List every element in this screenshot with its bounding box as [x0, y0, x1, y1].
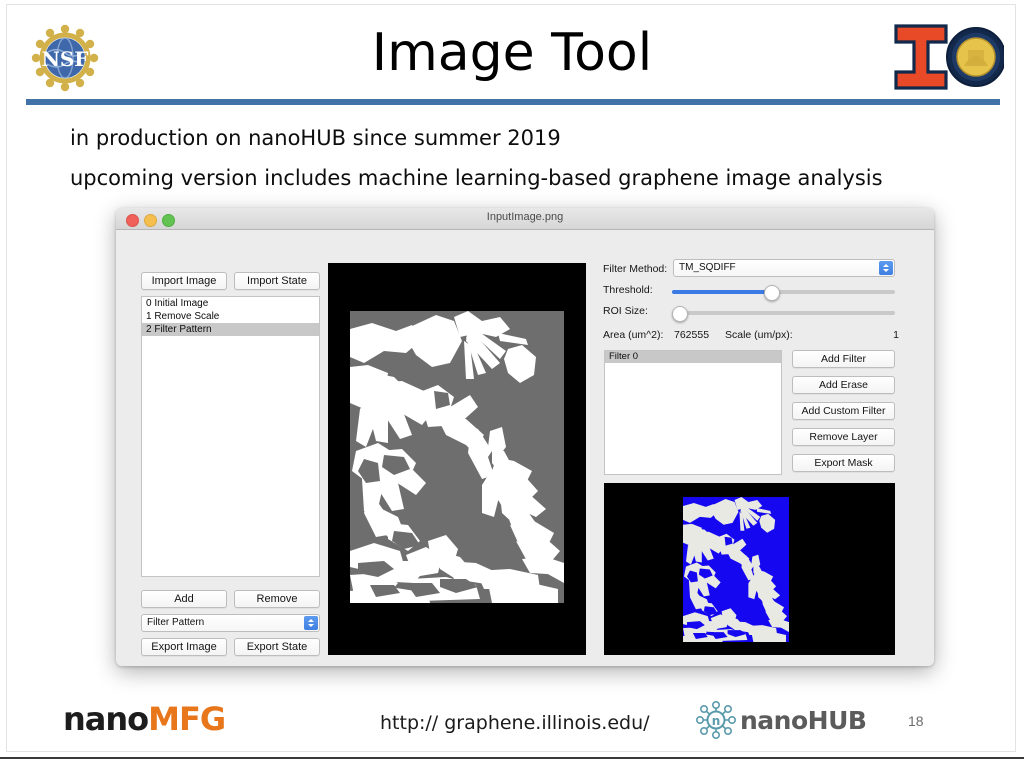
add-layer-button[interactable]: Add [141, 590, 227, 608]
roi-size-label: ROI Size: [603, 305, 648, 317]
nanomfg-logo: nanoMFG [63, 700, 226, 738]
layer-list-item[interactable]: 2 Filter Pattern [142, 323, 319, 336]
layer-list[interactable]: 0 Initial Image 1 Remove Scale 2 Filter … [141, 296, 320, 577]
mask-preview-image [683, 497, 789, 642]
filter-list-item[interactable]: Filter 0 [605, 351, 781, 363]
filter-method-select[interactable]: TM_SQDIFF [673, 259, 895, 277]
nanohub-center-letter: n [712, 714, 721, 728]
nanohub-logo: n nanoHUB [694, 700, 867, 740]
add-custom-filter-button[interactable]: Add Custom Filter [792, 402, 895, 420]
window-body: Import Image Import State 0 Initial Imag… [116, 230, 934, 666]
illinois-seal-icon [946, 27, 1006, 87]
mask-preview-canvas[interactable] [604, 483, 895, 655]
header-divider [26, 99, 1000, 105]
area-value: 762555 [674, 329, 710, 341]
main-image [350, 311, 564, 603]
nanohub-wordmark: nanoHUB [740, 706, 867, 735]
export-state-button[interactable]: Export State [234, 638, 320, 656]
remove-layer-button-right[interactable]: Remove Layer [792, 428, 895, 446]
import-image-button[interactable]: Import Image [141, 272, 227, 290]
add-erase-button[interactable]: Add Erase [792, 376, 895, 394]
threshold-slider-handle[interactable] [763, 285, 780, 301]
roi-size-slider[interactable] [672, 306, 895, 322]
scale-label: Scale (um/px): [725, 329, 793, 341]
export-mask-button[interactable]: Export Mask [792, 454, 895, 472]
remove-layer-button[interactable]: Remove [234, 590, 320, 608]
slide: NSF Image Tool in production on nanoHUB … [0, 0, 1024, 768]
operation-select[interactable]: Filter Pattern [141, 614, 320, 632]
threshold-slider[interactable] [672, 285, 895, 301]
chevron-updown-icon [879, 261, 893, 275]
nanohub-molecule-icon: n [695, 700, 736, 739]
threshold-label: Threshold: [603, 284, 653, 296]
filter-method-label: Filter Method: [603, 263, 668, 275]
footer-url[interactable]: http:// graphene.illinois.edu/ [380, 712, 650, 734]
bullet-line-1: in production on nanoHUB since summer 20… [70, 126, 561, 150]
window-title: InputImage.png [486, 211, 564, 223]
bottom-band [0, 757, 1024, 768]
bullet-line-2: upcoming version includes machine learni… [70, 166, 883, 190]
area-label: Area (um^2): [603, 329, 664, 341]
page-number: 18 [908, 713, 924, 729]
scale-value: 1 [893, 329, 899, 341]
chevron-updown-icon [304, 616, 318, 630]
threshold-slider-fill [672, 290, 771, 294]
illinois-block-i-icon [894, 24, 948, 90]
export-image-button[interactable]: Export Image [141, 638, 227, 656]
illinois-logo [890, 20, 1006, 94]
layer-list-item[interactable]: 1 Remove Scale [142, 310, 319, 323]
page-title: Image Tool [371, 23, 653, 83]
import-state-button[interactable]: Import State [234, 272, 320, 290]
roi-size-slider-handle[interactable] [672, 306, 688, 322]
layer-list-item[interactable]: 0 Initial Image [142, 297, 319, 310]
nanomfg-mfg-text: MFG [148, 700, 226, 738]
filter-method-value: TM_SQDIFF [679, 262, 736, 273]
window-titlebar[interactable]: InputImage.png [116, 208, 934, 230]
add-filter-button[interactable]: Add Filter [792, 350, 895, 368]
operation-select-value: Filter Pattern [147, 617, 205, 628]
nanomfg-nano-text: nano [63, 700, 149, 738]
filter-list[interactable]: Filter 0 [604, 350, 782, 475]
app-window: InputImage.png Import Image Import State… [116, 208, 934, 666]
main-image-canvas[interactable] [328, 263, 586, 655]
